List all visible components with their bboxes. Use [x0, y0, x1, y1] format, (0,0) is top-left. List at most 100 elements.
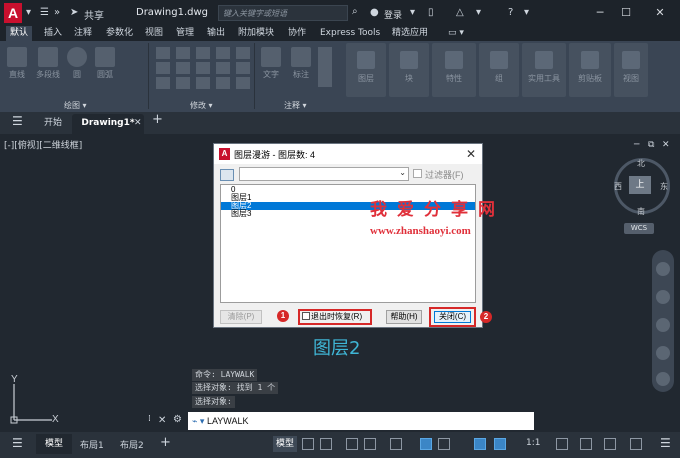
move-icon[interactable] [156, 47, 170, 59]
wcs-menu[interactable]: WCS [624, 223, 654, 234]
tab-manage[interactable]: 管理 [172, 26, 198, 41]
rotate-icon[interactable] [176, 47, 190, 59]
viewport-close-icon[interactable]: ✕ [662, 140, 670, 150]
workspace-gear-icon[interactable] [556, 438, 568, 450]
layer-filter-icon[interactable] [220, 169, 234, 181]
text-tool[interactable]: 文字 [258, 47, 284, 80]
draw-panel-label[interactable]: 绘图 ▾ [64, 100, 87, 111]
search-input[interactable]: 键入关键字或短语 [218, 5, 348, 21]
snap-icon[interactable] [320, 438, 332, 450]
dimension-tool[interactable]: 标注 [288, 47, 314, 80]
tab-start[interactable]: 开始 [44, 115, 62, 131]
tab-output[interactable]: 输出 [203, 26, 229, 41]
share-button[interactable]: 共享 [84, 7, 104, 22]
login-dropdown-icon[interactable]: ▾ [410, 7, 415, 18]
properties-small-icon[interactable] [236, 47, 250, 59]
filter-checkbox[interactable] [413, 169, 422, 178]
help-arrow-icon[interactable]: ▾ [524, 7, 529, 18]
annotation-visibility-icon[interactable] [474, 438, 486, 450]
autocad-logo-icon[interactable]: A [4, 3, 22, 23]
ortho-icon[interactable] [346, 438, 358, 450]
grid-icon[interactable] [302, 438, 314, 450]
viewport-restore-icon[interactable]: ⧉ [648, 140, 654, 150]
viewport-controls[interactable]: [-][俯视][二维线框] [4, 138, 82, 151]
utilities-panel[interactable]: 实用工具 [522, 43, 566, 97]
polyline-tool[interactable]: 多段线 [32, 47, 64, 80]
annotation-panel-label[interactable]: 注释 ▾ [284, 100, 307, 111]
search-icon[interactable]: ⌕ [352, 6, 358, 17]
stretch-icon[interactable] [156, 77, 170, 89]
chamfer-icon[interactable] [236, 77, 250, 89]
orbit-icon[interactable] [656, 346, 670, 360]
pan-hand-icon[interactable] [656, 290, 670, 304]
tab-addins[interactable]: 附加模块 [234, 26, 278, 41]
overflow-chevron-icon[interactable]: » [54, 7, 60, 18]
tab-layout1[interactable]: 布局1 [80, 438, 104, 451]
auto-scale-icon[interactable] [494, 438, 506, 450]
app-menu-icon[interactable]: ☰ [12, 113, 23, 129]
help-button[interactable]: 帮助(H) [386, 310, 422, 324]
compass-east[interactable]: 东 [660, 181, 668, 192]
clear-button[interactable]: 清除(P) [220, 310, 262, 324]
line-tool[interactable]: 直线 [4, 47, 30, 80]
zoom-icon[interactable] [656, 318, 670, 332]
command-prompt-icon[interactable]: ⌁ ▾ [192, 416, 207, 426]
viewcube-top-face[interactable]: 上 [629, 176, 651, 194]
circle-tool[interactable]: 圆 [66, 47, 88, 80]
groups-panel[interactable]: 组 [479, 43, 519, 97]
tab-layout2[interactable]: 布局2 [120, 438, 144, 451]
layer-item-0[interactable]: 0 [221, 186, 475, 194]
menu-icon[interactable]: ▾ [26, 7, 31, 18]
scale-icon[interactable] [176, 77, 190, 89]
close-button[interactable]: 关闭(C) [434, 311, 471, 323]
layers-panel[interactable]: 图层 [346, 43, 386, 97]
arc-tool[interactable]: 圆弧 [92, 47, 118, 80]
trim-icon[interactable] [196, 47, 210, 59]
command-customize-icon[interactable]: ⚙ [173, 414, 182, 425]
annotation-scale[interactable]: 1:1 [526, 438, 540, 448]
tab-parametric[interactable]: 参数化 [102, 26, 137, 41]
tab-default[interactable]: 默认 [6, 26, 33, 41]
community-icon[interactable]: △ [456, 7, 464, 18]
tab-insert[interactable]: 插入 [40, 26, 66, 41]
explode-icon[interactable] [216, 62, 230, 74]
login-button[interactable]: 登录 [384, 8, 402, 21]
layout-menu-icon[interactable]: ☰ [12, 436, 23, 450]
modify-panel-label[interactable]: 修改 ▾ [190, 100, 213, 111]
help-dropdown-icon[interactable]: ▾ [476, 7, 481, 18]
compass-north[interactable]: 北 [637, 158, 645, 169]
checkbox-box[interactable] [302, 312, 310, 320]
user-icon[interactable]: ● [370, 7, 379, 18]
modify-tools-grid[interactable] [156, 47, 252, 95]
properties-panel[interactable]: 特性 [432, 43, 476, 97]
object-snap-icon[interactable] [438, 438, 450, 450]
annotation-small-tools[interactable] [318, 47, 332, 87]
tab-annotate[interactable]: 注释 [70, 26, 96, 41]
new-tab-button[interactable]: + [152, 112, 163, 128]
fillet-icon[interactable] [196, 62, 210, 74]
tab-collaborate[interactable]: 协作 [284, 26, 310, 41]
polar-tracking-icon[interactable] [364, 438, 376, 450]
share-icon[interactable]: ➤ [70, 7, 78, 18]
help-icon[interactable]: ? [508, 7, 513, 18]
object-snap-tracking-icon[interactable] [420, 438, 432, 450]
command-grip-icon[interactable]: ⁞ [148, 414, 151, 424]
command-input[interactable]: ⌁ ▾ LAYWALK [188, 412, 534, 430]
tab-more-dropdown[interactable]: ▭ ▾ [444, 26, 468, 41]
offset-icon[interactable] [236, 62, 250, 74]
dialog-title-bar[interactable]: A 图层漫游 - 图层数: 4 ✕ [214, 144, 482, 164]
annotation-monitor-icon[interactable] [580, 438, 592, 450]
erase-icon[interactable] [216, 47, 230, 59]
mirror-icon[interactable] [176, 62, 190, 74]
add-layout-button[interactable]: + [160, 435, 171, 450]
tab-express-tools[interactable]: Express Tools [316, 26, 384, 41]
block-panel[interactable]: 块 [389, 43, 429, 97]
close-window-button[interactable]: ✕ [648, 4, 672, 22]
cart-icon[interactable]: ▯ [428, 7, 434, 18]
layer-filter-combobox[interactable]: ⌄ [239, 167, 409, 181]
command-close-icon[interactable]: ✕ [158, 415, 166, 426]
customize-status-icon[interactable]: ☰ [660, 436, 671, 450]
dialog-close-button[interactable]: ✕ [463, 146, 479, 162]
tab-featured-apps[interactable]: 精选应用 [388, 26, 432, 41]
steering-wheel-icon[interactable] [656, 262, 670, 276]
